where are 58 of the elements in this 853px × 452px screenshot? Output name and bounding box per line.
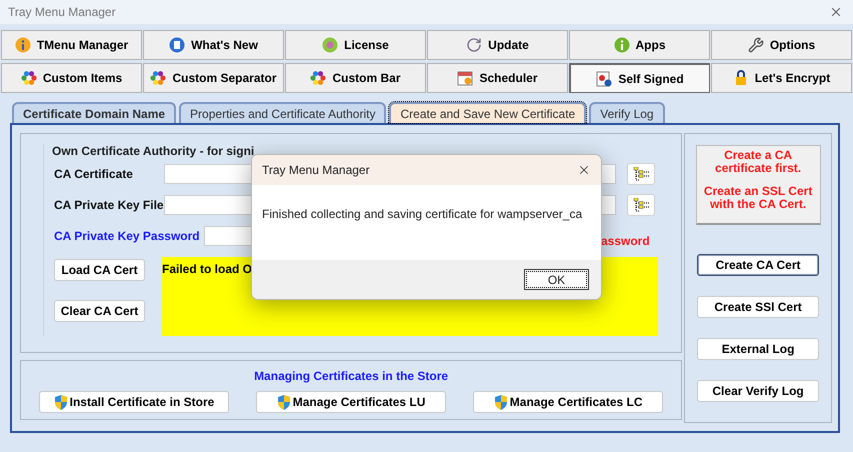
toolbar-button[interactable]: License [285,30,426,60]
browse-button[interactable] [627,194,655,216]
calendar-icon [457,70,474,86]
action-button[interactable]: Clear CA Cert [54,300,145,322]
close-icon[interactable] [829,5,843,19]
toolbar-button[interactable]: Options [711,30,852,60]
tab[interactable]: Create and Save New Certificate [389,102,586,123]
side-button[interactable]: Clear Verify Log [697,380,820,402]
toolbar-button[interactable]: Update [427,30,568,60]
seal-icon [322,37,338,53]
group-legend: Own Certificate Authority - for signi [52,144,660,158]
toolbar-button[interactable]: Custom Separator [143,63,284,93]
toolbar-button[interactable]: Scheduler [427,63,568,93]
store-button[interactable]: Manage Certificates LU [256,391,446,413]
action-button[interactable]: Load CA Cert [54,259,145,281]
dialog-message: Finished collecting and saving certificate for wampserver_ca [262,207,582,221]
color-wheel-icon [150,70,166,86]
field-label: CA Private Key Password [54,228,201,244]
toolbar-button[interactable]: Self Signed [569,63,710,93]
window-title: Tray Menu Manager [8,4,116,21]
folder-tree-icon [633,166,649,180]
info-icon [614,37,630,53]
notice-text: Create a CA certificate first. [714,149,802,175]
notice-text: Create an SSL Cert with the CA Cert. [702,185,814,211]
color-wheel-icon [20,70,37,86]
toolbar-button[interactable]: TMenu Manager [1,30,142,60]
store-button[interactable]: Manage Certificates LC [473,391,664,413]
folder-tree-icon [633,198,649,212]
error-text: assword [601,232,650,250]
wrench-icon [748,37,764,53]
side-button[interactable]: External Log [697,338,820,360]
info-icon [14,37,31,53]
toolbar-button[interactable]: Custom Items [1,63,142,93]
toolbar-button[interactable]: Let's Encrypt [711,63,852,93]
tab[interactable]: Certificate Domain Name [12,102,176,123]
side-button[interactable]: Create SSl Cert [697,296,820,318]
toolbar-button[interactable]: What's New [143,30,284,60]
tab[interactable]: Properties and Certificate Authority [179,102,386,123]
color-wheel-icon [310,70,326,86]
certificate-icon [596,70,612,86]
side-button[interactable]: Create CA Cert [697,254,820,276]
toolbar-button[interactable]: Apps [569,30,710,60]
group-title: Managing Certificates in the Store [254,368,448,385]
shield-icon [54,394,68,410]
shield-icon [494,394,508,410]
browse-button[interactable] [627,162,655,184]
close-icon[interactable] [577,163,591,177]
status-text: Failed to load O [162,262,252,276]
toolbar-button[interactable]: Custom Bar [285,63,426,93]
document-icon [169,37,186,53]
update-icon [466,37,482,53]
dialog-title: Tray Menu Manager [262,162,370,179]
tab[interactable]: Verify Log [589,102,665,123]
shield-icon [276,394,291,410]
field-label: CA Certificate [54,166,134,182]
ok-button[interactable]: OK [524,269,589,290]
field-label: CA Private Key File [54,196,164,214]
store-button[interactable]: Install Certificate in Store [39,391,229,413]
